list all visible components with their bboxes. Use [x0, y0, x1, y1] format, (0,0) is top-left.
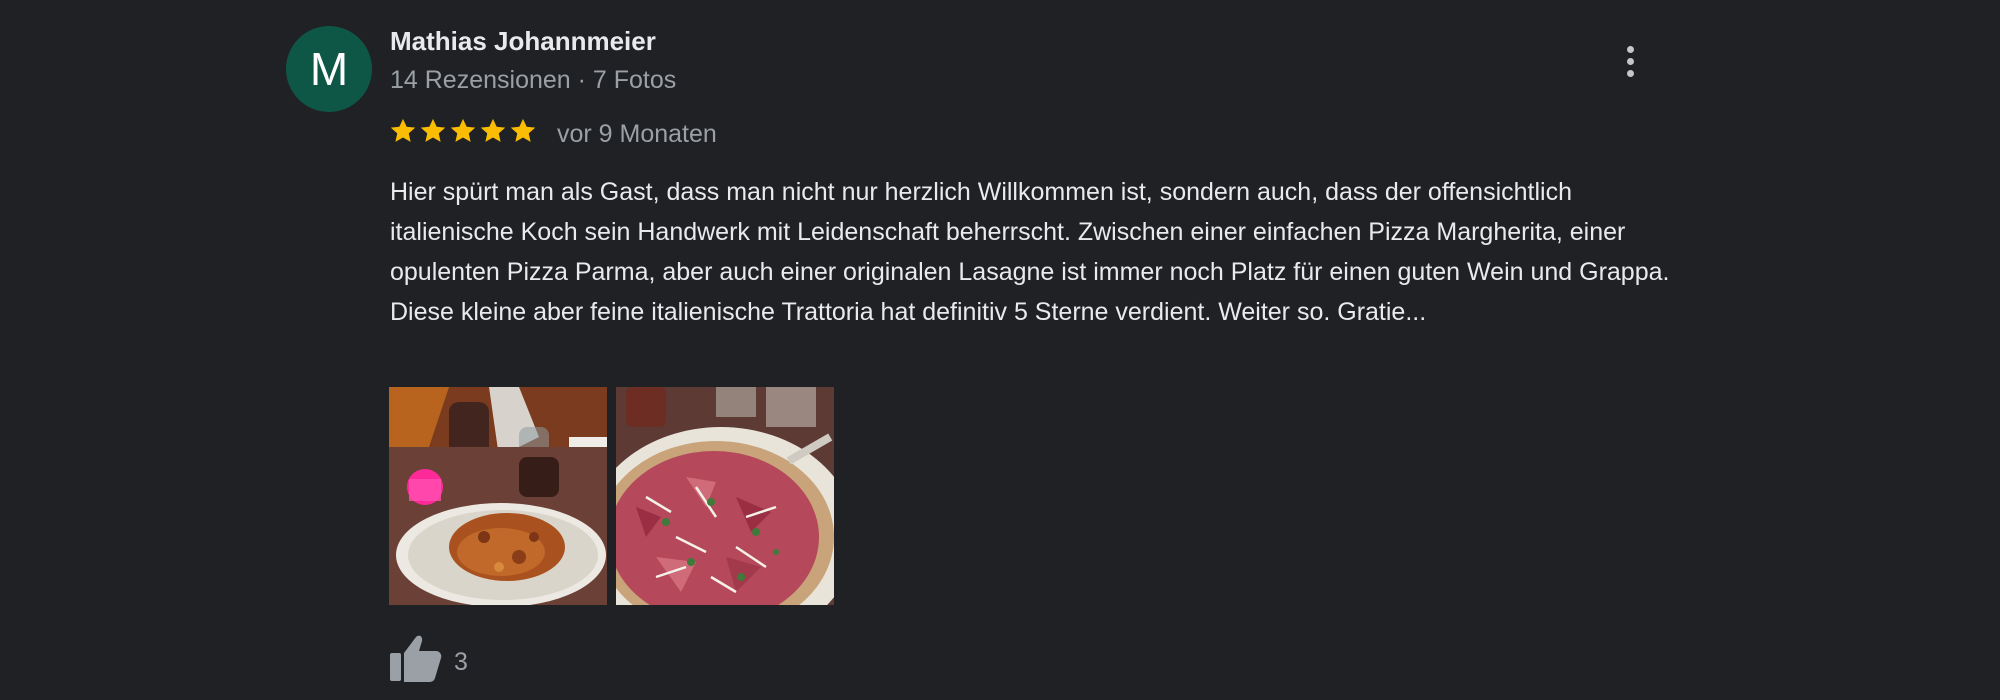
star-icon [478, 116, 508, 146]
star-icon [388, 116, 418, 146]
author-name[interactable]: Mathias Johannmeier [390, 26, 656, 57]
avatar[interactable]: M [286, 26, 372, 112]
star-icon [418, 116, 448, 146]
thumb-up-icon [390, 635, 442, 682]
review-photo-lasagne[interactable] [389, 387, 607, 605]
more-vert-dot [1627, 70, 1634, 77]
star-rating [388, 116, 538, 146]
review-paragraph: Hier spürt man als Gast, dass man nicht … [390, 178, 1670, 286]
more-vert-dot [1627, 58, 1634, 65]
review-paragraph: Diese kleine aber feine italienische Tra… [390, 298, 1427, 326]
like-count: 3 [454, 648, 468, 676]
lasagne-plate-photo [389, 387, 607, 605]
author-meta: 14 Rezensionen · 7 Fotos [390, 66, 677, 94]
review-card: M Mathias Johannmeier 14 Rezensionen · 7… [0, 0, 2000, 700]
review-text: Hier spürt man als Gast, dass man nicht … [390, 172, 1690, 332]
more-options-button[interactable] [1614, 40, 1648, 84]
star-icon [448, 116, 478, 146]
pizza-parma-photo [616, 387, 834, 605]
review-photo-pizza[interactable] [616, 387, 834, 605]
more-vert-icon [1627, 46, 1634, 53]
star-icon [508, 116, 538, 146]
review-time: vor 9 Monaten [557, 120, 717, 148]
like-button[interactable] [388, 633, 442, 683]
